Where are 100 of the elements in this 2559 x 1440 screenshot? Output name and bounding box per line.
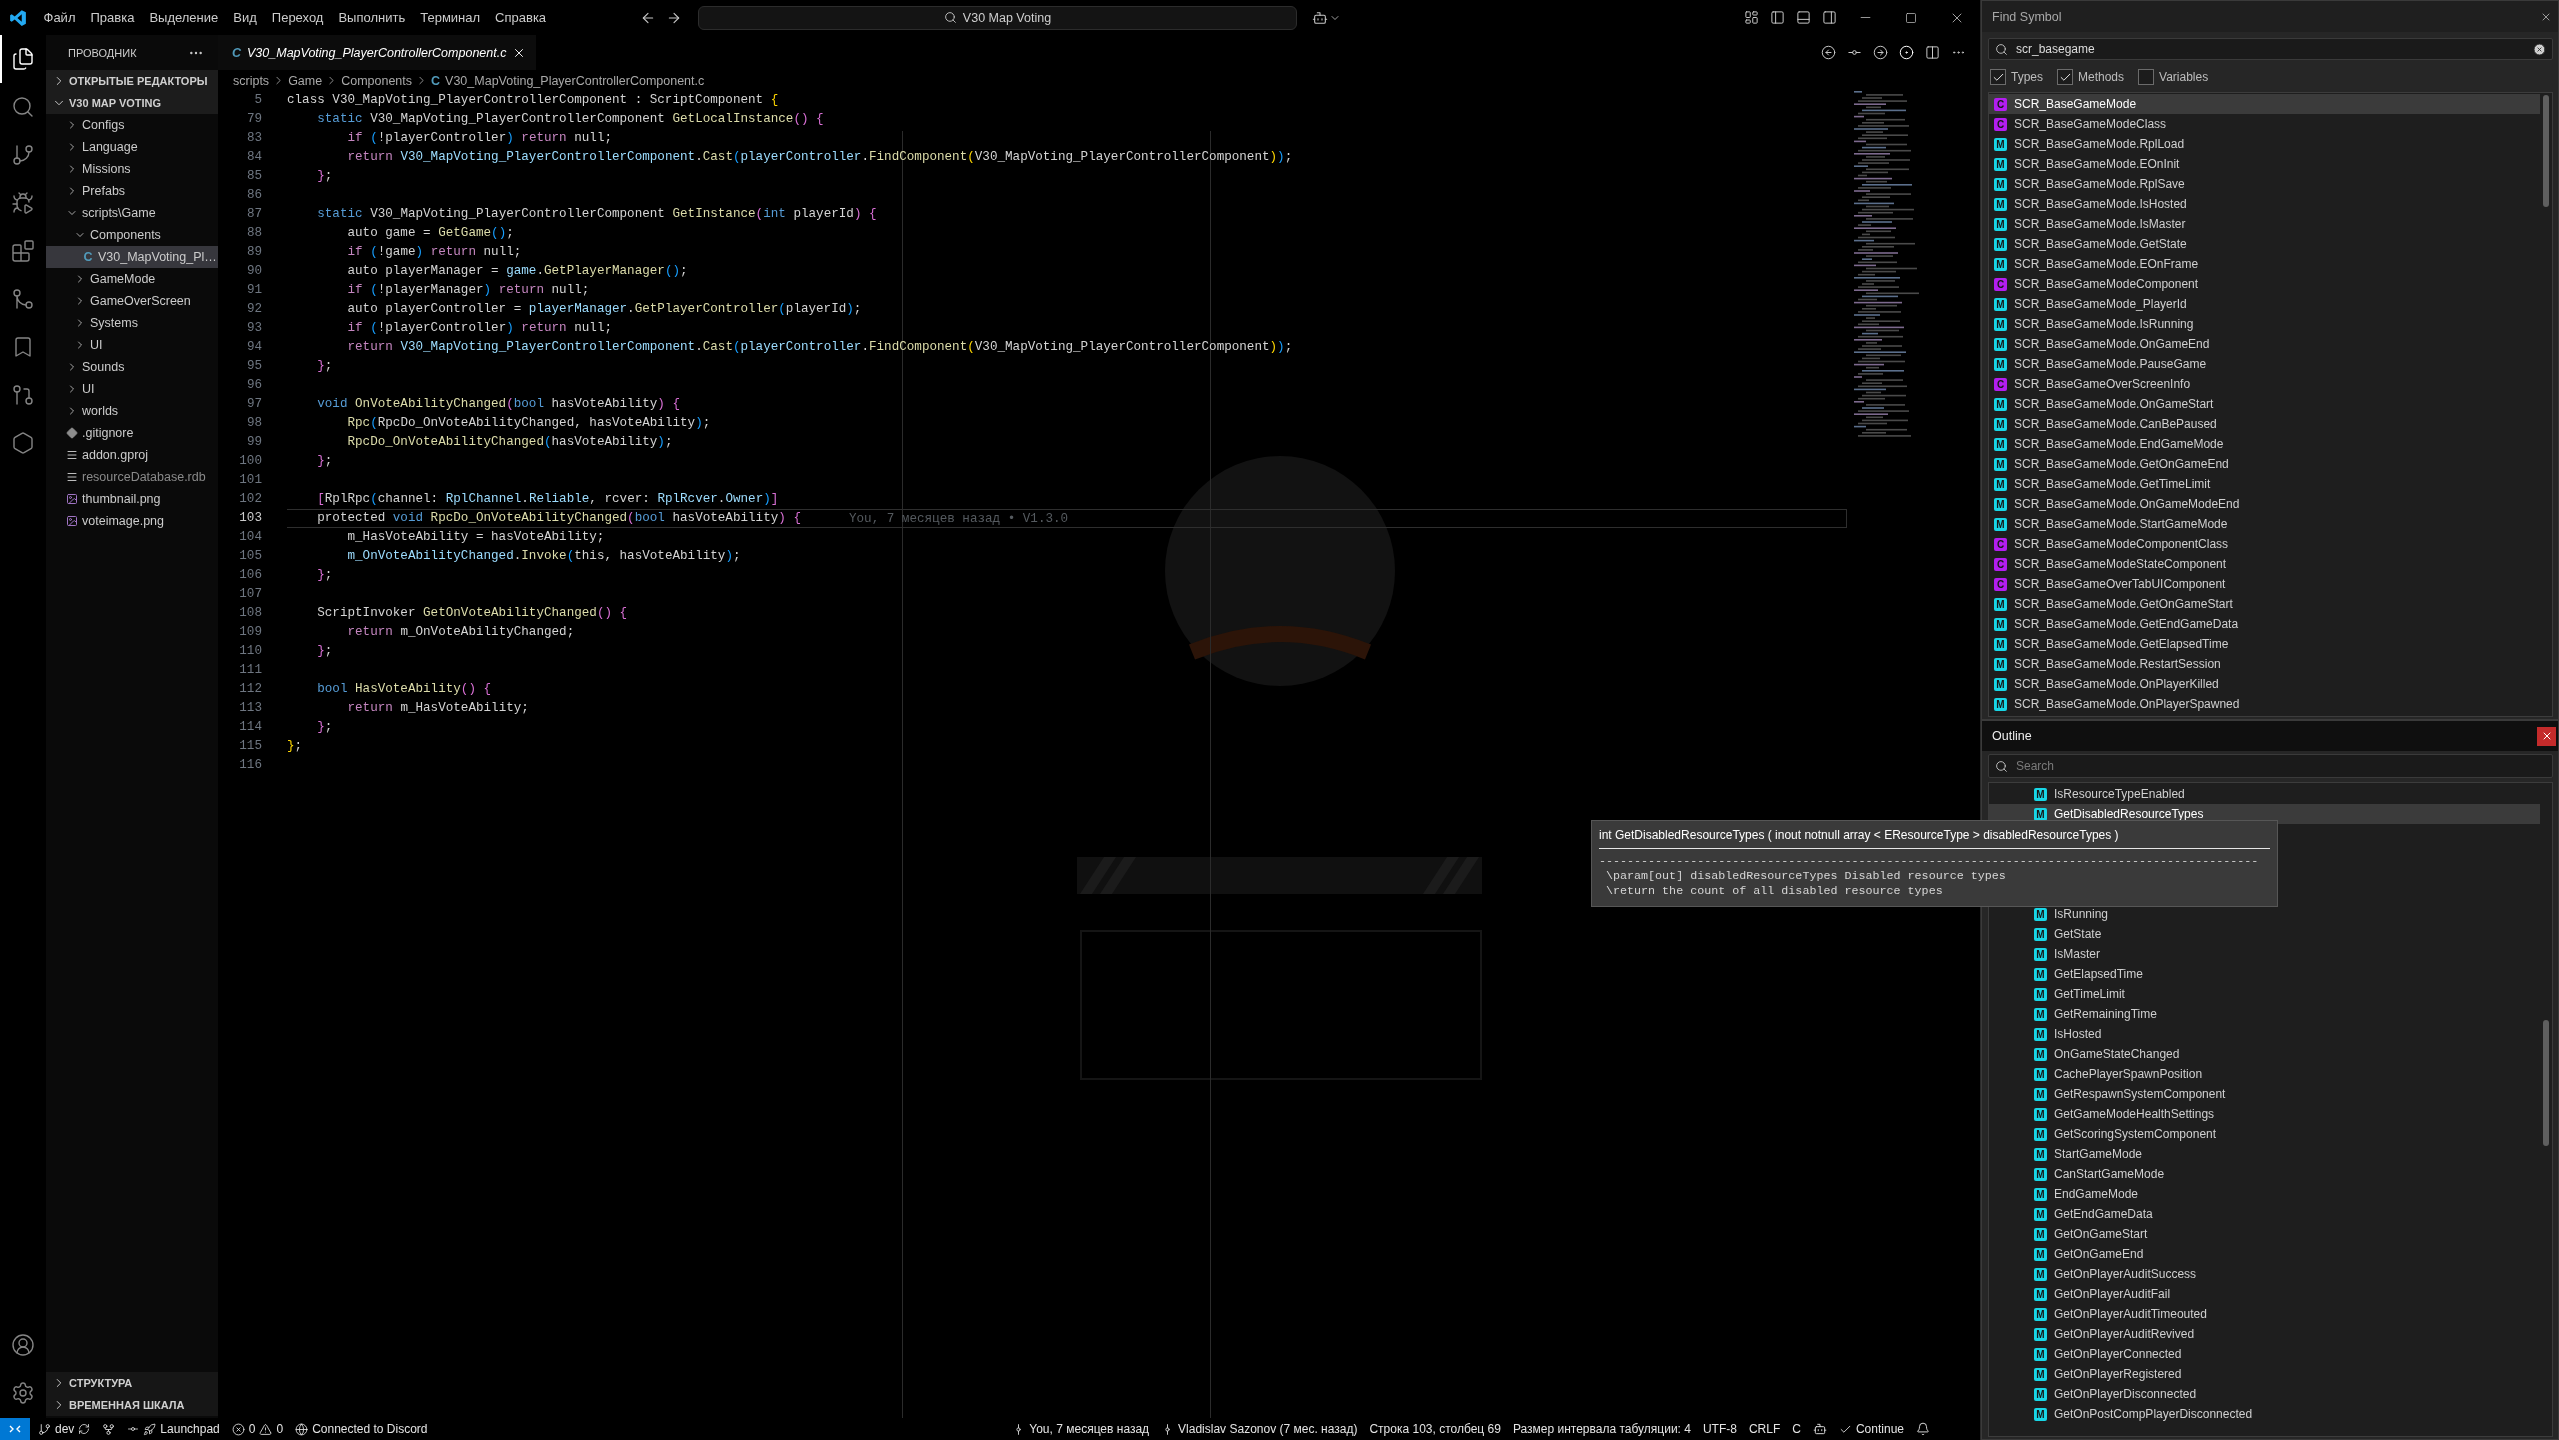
- checkbox[interactable]: [1990, 69, 2006, 85]
- filter-option[interactable]: Types: [1990, 69, 2043, 85]
- symbol-item[interactable]: M SCR_BaseGameMode.IsRunning: [1989, 314, 2540, 334]
- close-button[interactable]: [2537, 726, 2556, 746]
- symbol-item[interactable]: M SCR_BaseGameMode.RplLoad: [1989, 134, 2540, 154]
- scrollbar-thumb[interactable]: [2543, 95, 2549, 207]
- symbol-item[interactable]: M SCR_BaseGameMode.OnGameStart: [1989, 394, 2540, 414]
- symbol-item[interactable]: M GetOnPlayerAuditFail: [1989, 1284, 2540, 1304]
- circle-dot-icon[interactable]: [1898, 45, 1914, 60]
- breadcrumb-item[interactable]: Game: [288, 73, 323, 88]
- symbol-item[interactable]: M SCR_BaseGameMode.GetState: [1989, 234, 2540, 254]
- status-item[interactable]: Размер интервала табуляции: 4: [1506, 1418, 1697, 1440]
- menu-item[interactable]: Выделение: [141, 5, 226, 30]
- symbol-item[interactable]: M GetRespawnSystemComponent: [1989, 1084, 2540, 1104]
- symbol-item[interactable]: C SCR_BaseGameModeClass: [1989, 114, 2540, 134]
- menu-item[interactable]: Терминал: [412, 5, 488, 30]
- symbol-item[interactable]: M SCR_BaseGameMode.GetElapsedTime: [1989, 634, 2540, 654]
- checkbox[interactable]: [2057, 69, 2073, 85]
- symbol-item[interactable]: C SCR_BaseGameOverScreenInfo: [1989, 374, 2540, 394]
- symbol-item[interactable]: M GetOnPlayerAuditRevived: [1989, 1324, 2540, 1344]
- section-header[interactable]: ОТКРЫТЫЕ РЕДАКТОРЫ: [46, 70, 218, 92]
- symbol-item[interactable]: M GetOnGameStart: [1989, 1224, 2540, 1244]
- search-field[interactable]: scr_basegame: [1988, 38, 2553, 60]
- symbol-item[interactable]: C SCR_BaseGameModeStateComponent: [1989, 554, 2540, 574]
- panel-bottom-icon[interactable]: [1795, 10, 1811, 25]
- symbol-item[interactable]: C SCR_BaseGameModeComponent: [1989, 274, 2540, 294]
- git-fork-icon[interactable]: [102, 1422, 116, 1436]
- folder-item[interactable]: worlds: [46, 400, 218, 422]
- symbol-item[interactable]: M SCR_BaseGameMode.PauseGame: [1989, 354, 2540, 374]
- symbol-item[interactable]: M GetOnPlayerAuditTimeouted: [1989, 1304, 2540, 1324]
- symbol-item[interactable]: M GetScoringSystemComponent: [1989, 1124, 2540, 1144]
- symbol-item[interactable]: M SCR_BaseGameMode.OnPlayerSpawned: [1989, 694, 2540, 714]
- symbol-item[interactable]: C SCR_BaseGameMode: [1989, 94, 2540, 114]
- folder-item[interactable]: UI: [46, 334, 218, 356]
- symbol-item[interactable]: M SCR_BaseGameMode_PlayerId: [1989, 294, 2540, 314]
- panel-right-icon[interactable]: [1821, 10, 1837, 25]
- command-center[interactable]: V30 Map Voting: [698, 5, 1297, 30]
- symbol-item[interactable]: M SCR_BaseGameMode.OnPlayerKilled: [1989, 674, 2540, 694]
- bell-icon[interactable]: [1916, 1422, 1930, 1436]
- symbol-item[interactable]: M SCR_BaseGameMode.OnGameModeEnd: [1989, 494, 2540, 514]
- symbol-item[interactable]: M GetOnPlayerConnected: [1989, 1344, 2540, 1364]
- symbol-item[interactable]: M SCR_BaseGameMode.CanBePaused: [1989, 414, 2540, 434]
- symbol-item[interactable]: M SCR_BaseGameMode.GetTimeLimit: [1989, 474, 2540, 494]
- symbol-item[interactable]: M SCR_BaseGameMode.RestartSession: [1989, 654, 2540, 674]
- settings-icon[interactable]: [11, 1381, 35, 1405]
- file-item[interactable]: .gitignore: [46, 422, 218, 444]
- symbol-item[interactable]: M CachePlayerSpawnPosition: [1989, 1064, 2540, 1084]
- section-header[interactable]: ВРЕМЕННАЯ ШКАЛА: [46, 1394, 218, 1416]
- menu-item[interactable]: Переход: [264, 5, 331, 30]
- filter-option[interactable]: Variables: [2138, 69, 2209, 85]
- layout-icon[interactable]: [1743, 10, 1759, 25]
- symbol-item[interactable]: M SCR_BaseGameMode.RplSave: [1989, 174, 2540, 194]
- menu-item[interactable]: Файл: [36, 5, 83, 30]
- symbol-item[interactable]: M SCR_BaseGameMode.EndGameMode: [1989, 434, 2540, 454]
- arrow-right-circle-icon[interactable]: [1872, 45, 1888, 60]
- symbol-item[interactable]: M GetOnGameEnd: [1989, 1244, 2540, 1264]
- symbol-item[interactable]: M GetOnPlayerRegistered: [1989, 1364, 2540, 1384]
- blame-status[interactable]: You, 7 месяцев назад: [1006, 1418, 1156, 1440]
- symbol-item[interactable]: M CanStartGameMode: [1989, 1164, 2540, 1184]
- symbol-item[interactable]: M SCR_BaseGameMode.GetOnGameStart: [1989, 594, 2540, 614]
- menu-item[interactable]: Правка: [82, 5, 142, 30]
- symbol-item[interactable]: M GetOnPostCompPlayerDisconnected: [1989, 1404, 2540, 1424]
- panel-left-icon[interactable]: [1769, 10, 1785, 25]
- file-item[interactable]: voteimage.png: [46, 510, 218, 532]
- symbol-item[interactable]: M SCR_BaseGameMode.IsHosted: [1989, 194, 2540, 214]
- menu-item[interactable]: Справка: [487, 5, 554, 30]
- editor-tab[interactable]: C V30_MapVoting_PlayerControllerComponent.c: [218, 35, 537, 70]
- symbol-item[interactable]: M StartGameMode: [1989, 1144, 2540, 1164]
- status-item[interactable]: C: [1786, 1418, 1807, 1440]
- symbol-item[interactable]: M IsMaster: [1989, 944, 2540, 964]
- symbol-item[interactable]: M GetOnPlayerAuditSuccess: [1989, 1264, 2540, 1284]
- symbol-item[interactable]: M EndGameMode: [1989, 1184, 2540, 1204]
- folder-item[interactable]: Missions: [46, 158, 218, 180]
- status-item[interactable]: UTF-8: [1696, 1418, 1743, 1440]
- file-item[interactable]: thumbnail.png: [46, 488, 218, 510]
- folder-item[interactable]: scripts\Game: [46, 202, 218, 224]
- folder-item[interactable]: Language: [46, 136, 218, 158]
- folder-item[interactable]: GameOverScreen: [46, 290, 218, 312]
- launchpad-status[interactable]: Launchpad: [121, 1418, 226, 1440]
- folder-item[interactable]: UI: [46, 378, 218, 400]
- section-header[interactable]: СТРУКТУРА: [46, 1372, 218, 1394]
- robot-icon[interactable]: [1312, 9, 1328, 26]
- problems-status[interactable]: 0 0: [225, 1418, 290, 1440]
- arrow-left-circle-icon[interactable]: [1820, 45, 1836, 60]
- symbol-item[interactable]: M IsResourceTypeEnabled: [1989, 784, 2540, 804]
- folder-item[interactable]: Configs: [46, 114, 218, 136]
- file-item[interactable]: addon.gproj: [46, 444, 218, 466]
- menu-item[interactable]: Выполнить: [330, 5, 413, 30]
- search-field[interactable]: Search: [1988, 754, 2553, 778]
- symbol-item[interactable]: M GetRemainingTime: [1989, 1004, 2540, 1024]
- file-item[interactable]: resourceDatabase.rdb: [46, 466, 218, 488]
- status-item[interactable]: CRLF: [1742, 1418, 1787, 1440]
- scrollbar-thumb[interactable]: [2543, 1020, 2549, 1146]
- section-header[interactable]: V30 MAP VOTING: [46, 92, 218, 114]
- branch-status[interactable]: dev: [32, 1418, 97, 1440]
- symbol-item[interactable]: C SCR_BaseGameModeComponentClass: [1989, 534, 2540, 554]
- filter-option[interactable]: Methods: [2057, 69, 2125, 85]
- symbol-item[interactable]: C SCR_BaseGameOverTabUIComponent: [1989, 574, 2540, 594]
- symbol-item[interactable]: M IsHosted: [1989, 1024, 2540, 1044]
- symbol-item[interactable]: M GetTimeLimit: [1989, 984, 2540, 1004]
